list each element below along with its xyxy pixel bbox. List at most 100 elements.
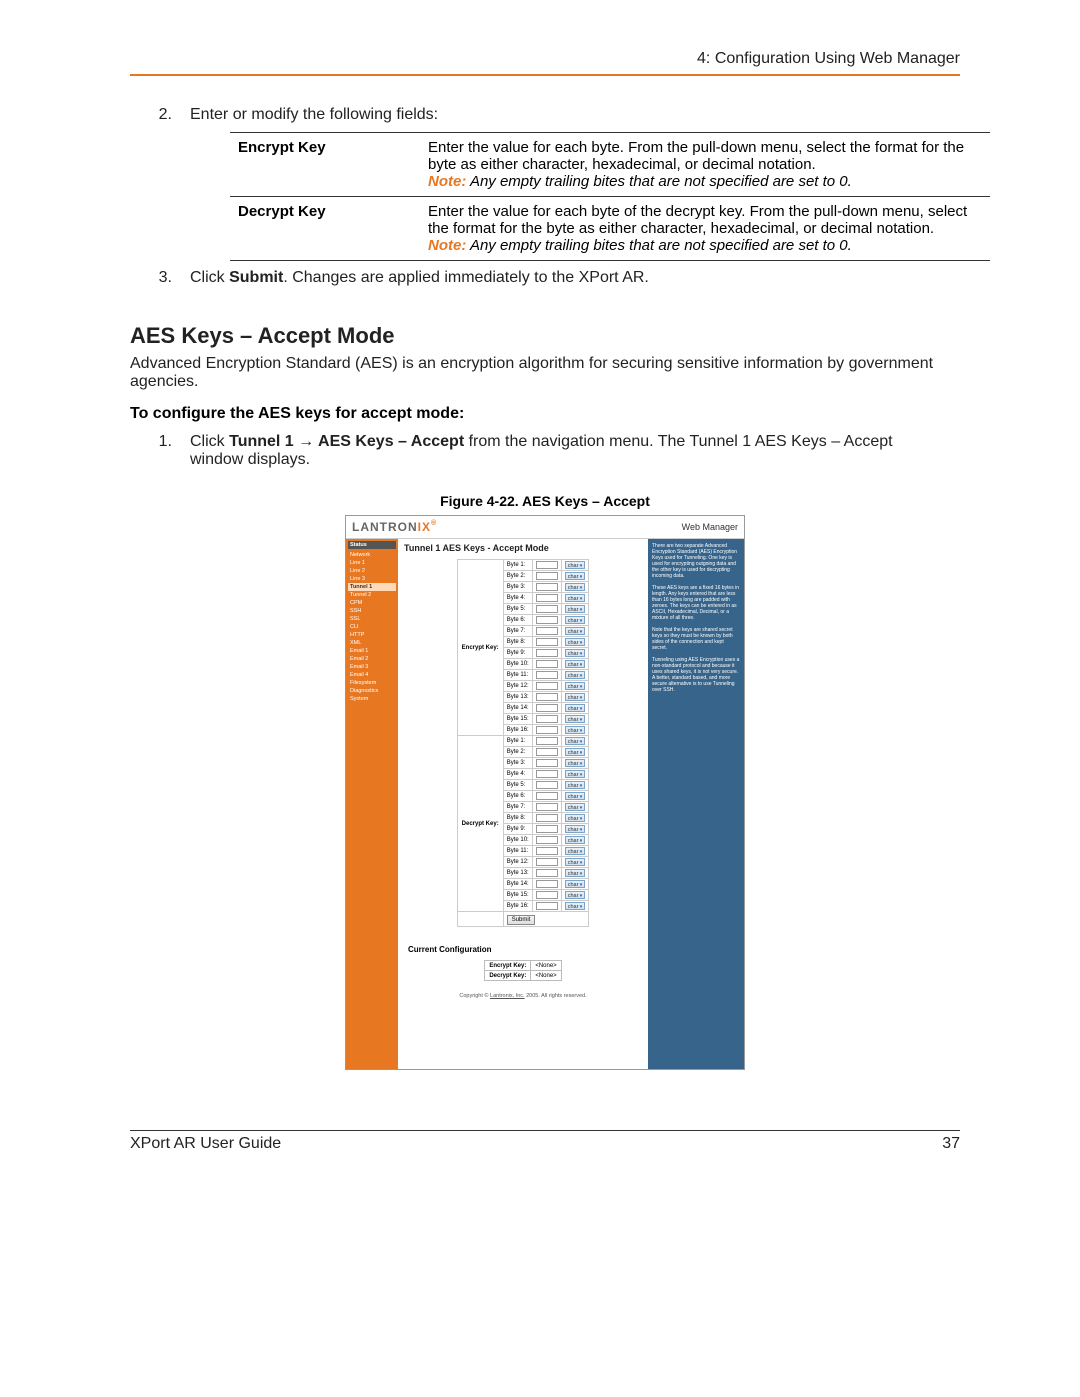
byte-input[interactable] <box>536 715 558 723</box>
byte-input[interactable] <box>536 693 558 701</box>
byte-input[interactable] <box>536 704 558 712</box>
nav-item[interactable]: Line 2 <box>348 567 396 575</box>
nav-item[interactable]: HTTP <box>348 631 396 639</box>
nav-item[interactable]: Email 4 <box>348 671 396 679</box>
byte-label: Byte 12: <box>503 681 532 692</box>
byte-format-select[interactable]: char <box>565 759 586 767</box>
byte-label: Byte 15: <box>503 890 532 901</box>
byte-input[interactable] <box>536 583 558 591</box>
byte-input[interactable] <box>536 770 558 778</box>
byte-input[interactable] <box>536 616 558 624</box>
byte-format-select[interactable]: char <box>565 825 586 833</box>
byte-input[interactable] <box>536 825 558 833</box>
nav-item[interactable]: Diagnostics <box>348 687 396 695</box>
byte-format-select[interactable]: char <box>565 605 586 613</box>
nav-item[interactable]: CLI <box>348 623 396 631</box>
byte-format-select[interactable]: char <box>565 682 586 690</box>
byte-format-select[interactable]: char <box>565 572 586 580</box>
byte-input[interactable] <box>536 671 558 679</box>
byte-label: Byte 8: <box>503 637 532 648</box>
byte-input[interactable] <box>536 726 558 734</box>
byte-format-select[interactable]: char <box>565 880 586 888</box>
nav-item[interactable]: SSH <box>348 607 396 615</box>
byte-format-select[interactable]: char <box>565 583 586 591</box>
nav-item[interactable]: Email 3 <box>348 663 396 671</box>
byte-input[interactable] <box>536 891 558 899</box>
byte-input[interactable] <box>536 803 558 811</box>
lantronix-link[interactable]: Lantronix, Inc. <box>490 993 525 999</box>
byte-format-select[interactable]: char <box>565 638 586 646</box>
byte-format-select[interactable]: char <box>565 748 586 756</box>
byte-input[interactable] <box>536 902 558 910</box>
byte-format-select[interactable]: char <box>565 737 586 745</box>
byte-format-select[interactable]: char <box>565 847 586 855</box>
byte-input[interactable] <box>536 869 558 877</box>
byte-input[interactable] <box>536 759 558 767</box>
byte-format-select[interactable]: char <box>565 627 586 635</box>
byte-format-select[interactable]: char <box>565 693 586 701</box>
nav-item[interactable]: Email 2 <box>348 655 396 663</box>
byte-format-select[interactable]: char <box>565 594 586 602</box>
byte-input[interactable] <box>536 836 558 844</box>
byte-input[interactable] <box>536 792 558 800</box>
byte-format-select[interactable]: char <box>565 792 586 800</box>
byte-input[interactable] <box>536 748 558 756</box>
encrypt-key-desc: Enter the value for each byte. From the … <box>420 133 990 197</box>
byte-format-select[interactable]: char <box>565 660 586 668</box>
byte-input[interactable] <box>536 649 558 657</box>
nav-item[interactable]: System <box>348 695 396 703</box>
byte-format-select[interactable]: char <box>565 891 586 899</box>
byte-label: Byte 13: <box>503 692 532 703</box>
encrypt-key-desc-text: Enter the value for each byte. From the … <box>428 139 964 173</box>
byte-format-select[interactable]: char <box>565 869 586 877</box>
current-config-table: Encrypt Key:<None> Decrypt Key:<None> <box>484 960 561 981</box>
byte-format-select[interactable]: char <box>565 616 586 624</box>
byte-input[interactable] <box>536 858 558 866</box>
byte-input[interactable] <box>536 682 558 690</box>
nav-item[interactable]: CPM <box>348 599 396 607</box>
byte-format-select[interactable]: char <box>565 858 586 866</box>
byte-format-select[interactable]: char <box>565 726 586 734</box>
byte-format-select[interactable]: char <box>565 704 586 712</box>
byte-format-select[interactable]: char <box>565 902 586 910</box>
byte-input[interactable] <box>536 737 558 745</box>
byte-format-select[interactable]: char <box>565 649 586 657</box>
byte-format-select[interactable]: char <box>565 836 586 844</box>
nav-item[interactable]: Tunnel 1 <box>348 583 396 591</box>
byte-format-select[interactable]: char <box>565 715 586 723</box>
byte-input[interactable] <box>536 660 558 668</box>
submit-button[interactable]: Submit <box>507 915 536 925</box>
decrypt-key-desc-text: Enter the value for each byte of the dec… <box>428 203 967 237</box>
nav-item[interactable]: SSL <box>348 615 396 623</box>
byte-label: Byte 13: <box>503 868 532 879</box>
byte-input[interactable] <box>536 781 558 789</box>
nav-item[interactable]: Tunnel 2 <box>348 591 396 599</box>
nav-item[interactable]: XML <box>348 639 396 647</box>
byte-input[interactable] <box>536 814 558 822</box>
byte-input[interactable] <box>536 880 558 888</box>
byte-format-select[interactable]: char <box>565 671 586 679</box>
nav-item[interactable]: Email 1 <box>348 647 396 655</box>
byte-format-select[interactable]: char <box>565 814 586 822</box>
byte-input[interactable] <box>536 847 558 855</box>
byte-format-select[interactable]: char <box>565 781 586 789</box>
byte-input[interactable] <box>536 638 558 646</box>
nav-item[interactable]: Status <box>348 541 396 549</box>
byte-input[interactable] <box>536 605 558 613</box>
nav-item[interactable]: Network <box>348 551 396 559</box>
web-manager-label: Web Manager <box>682 522 738 532</box>
nav-item[interactable]: Line 3 <box>348 575 396 583</box>
byte-input[interactable] <box>536 594 558 602</box>
byte-format-select[interactable]: char <box>565 803 586 811</box>
byte-format-select[interactable]: char <box>565 770 586 778</box>
byte-format-select[interactable]: char <box>565 561 586 569</box>
encrypt-key-label: Encrypt Key <box>230 133 420 197</box>
step-3: 3. Click Submit. Changes are applied imm… <box>130 269 960 287</box>
byte-input[interactable] <box>536 627 558 635</box>
panel-title: Tunnel 1 AES Keys - Accept Mode <box>404 543 642 553</box>
nav-item[interactable]: Filesystem <box>348 679 396 687</box>
section-para: Advanced Encryption Standard (AES) is an… <box>130 355 960 391</box>
nav-item[interactable]: Line 1 <box>348 559 396 567</box>
byte-input[interactable] <box>536 572 558 580</box>
byte-input[interactable] <box>536 561 558 569</box>
